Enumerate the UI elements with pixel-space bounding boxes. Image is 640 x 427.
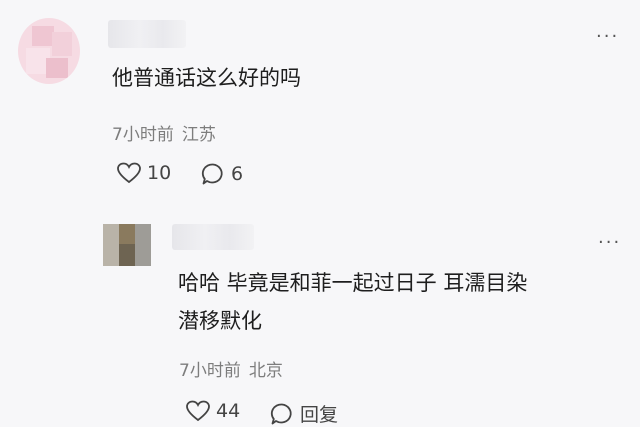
comment-meta: 7小时前 北京 bbox=[179, 356, 283, 381]
comment-text: 他普通话这么好的吗 bbox=[112, 62, 301, 95]
username-blurred[interactable] bbox=[172, 224, 254, 250]
comment-text-line: 潜移默化 bbox=[178, 309, 262, 333]
reply-button[interactable]: 回复 bbox=[270, 400, 338, 427]
like-count: 10 bbox=[147, 162, 172, 184]
comment-text: 哈哈 毕竟是和菲一起过日子 耳濡目染 潜移默化 bbox=[178, 264, 527, 340]
comment-time: 7小时前 bbox=[112, 125, 174, 145]
heart-icon bbox=[117, 162, 141, 184]
comment-meta: 7小时前 江苏 bbox=[112, 120, 216, 145]
comment-location: 江苏 bbox=[181, 125, 216, 145]
avatar[interactable] bbox=[18, 18, 80, 84]
more-dots-icon[interactable]: ··· bbox=[598, 234, 621, 252]
comment-text-line: 他普通话这么好的吗 bbox=[112, 66, 301, 90]
comment-bubble-icon bbox=[201, 162, 225, 186]
reply-count: 6 bbox=[231, 163, 244, 185]
comment-time: 7小时前 bbox=[179, 361, 241, 381]
heart-icon bbox=[186, 400, 210, 422]
avatar[interactable] bbox=[103, 224, 151, 266]
comment-text-line: 哈哈 毕竟是和菲一起过日子 耳濡目染 bbox=[178, 271, 528, 295]
comment-bubble-icon bbox=[270, 402, 294, 426]
more-dots-icon[interactable]: ··· bbox=[596, 28, 619, 46]
like-button[interactable]: 10 bbox=[117, 162, 171, 184]
username-blurred[interactable] bbox=[108, 20, 186, 48]
like-button[interactable]: 44 bbox=[186, 400, 240, 422]
reply-label: 回复 bbox=[300, 404, 339, 426]
comment-location: 北京 bbox=[248, 361, 283, 381]
reply-count-button[interactable]: 6 bbox=[201, 162, 243, 186]
like-count: 44 bbox=[216, 400, 241, 422]
